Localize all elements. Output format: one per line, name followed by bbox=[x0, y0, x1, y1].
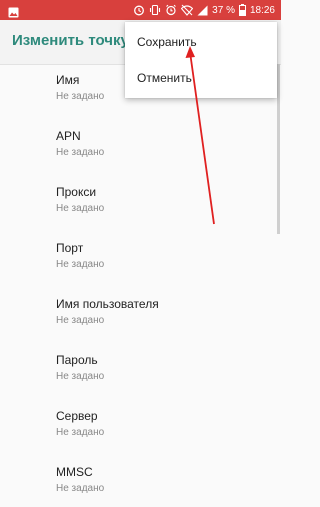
overflow-menu: Сохранить Отменить bbox=[125, 22, 277, 98]
status-bar: 37 % 18:26 bbox=[0, 0, 281, 20]
field-value: Не задано bbox=[56, 371, 105, 382]
field-port[interactable]: Порт Не задано bbox=[0, 233, 281, 283]
battery-icon bbox=[238, 4, 246, 16]
field-password[interactable]: Пароль Не задано bbox=[0, 345, 281, 395]
field-server[interactable]: Сервер Не задано bbox=[0, 401, 281, 451]
field-value: Не задано bbox=[56, 147, 105, 158]
field-label: MMSC bbox=[56, 465, 93, 479]
menu-item-label: Сохранить bbox=[137, 35, 197, 49]
status-time: 18:26 bbox=[249, 4, 275, 16]
field-label: Имя пользователя bbox=[56, 297, 159, 311]
field-apn[interactable]: APN Не задано bbox=[0, 121, 281, 171]
field-value: Не задано bbox=[56, 427, 105, 438]
field-username[interactable]: Имя пользователя Не задано bbox=[0, 289, 281, 339]
field-label: Сервер bbox=[56, 409, 98, 423]
alarm-clock-icon bbox=[133, 4, 145, 16]
alarm-icon bbox=[165, 4, 177, 16]
menu-item-cancel[interactable]: Отменить bbox=[125, 60, 277, 96]
menu-item-label: Отменить bbox=[137, 71, 192, 85]
field-value: Не задано bbox=[56, 91, 105, 102]
field-label: Порт bbox=[56, 241, 84, 255]
field-label: APN bbox=[56, 129, 81, 143]
menu-item-save[interactable]: Сохранить bbox=[125, 24, 277, 60]
field-label: Прокси bbox=[56, 185, 97, 199]
field-value: Не задано bbox=[56, 203, 105, 214]
field-mmsc[interactable]: MMSC Не задано bbox=[0, 457, 281, 507]
signal-icon bbox=[197, 5, 208, 16]
field-value: Не задано bbox=[56, 315, 105, 326]
scrollbar[interactable] bbox=[277, 64, 280, 234]
battery-percent: 37 % bbox=[212, 4, 235, 16]
vibrate-icon bbox=[149, 4, 161, 16]
field-label: Пароль bbox=[56, 353, 98, 367]
field-label: Имя bbox=[56, 73, 80, 87]
field-proxy[interactable]: Прокси Не задано bbox=[0, 177, 281, 227]
field-value: Не задано bbox=[56, 483, 105, 494]
wifi-off-icon bbox=[181, 4, 194, 16]
field-value: Не задано bbox=[56, 259, 105, 270]
